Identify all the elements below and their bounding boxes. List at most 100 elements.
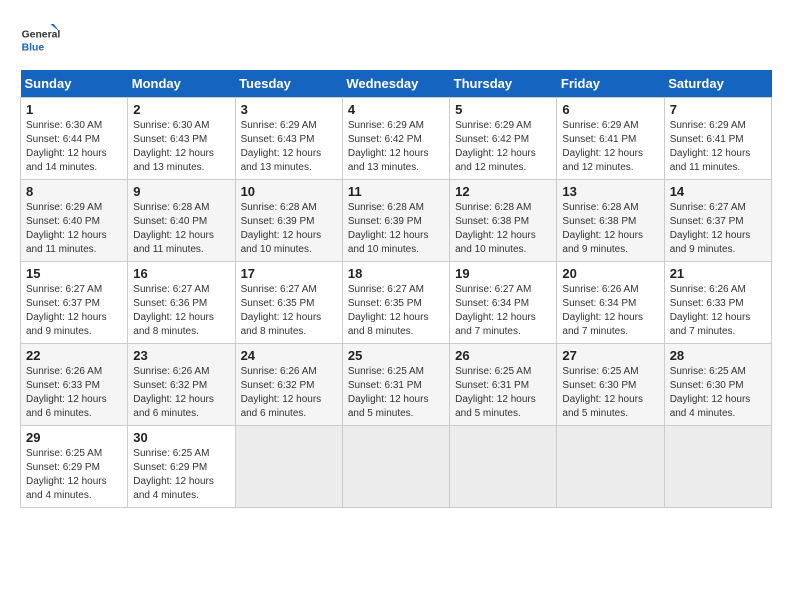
day-number: 13 [562,184,658,199]
day-info: Sunrise: 6:26 AMSunset: 6:33 PMDaylight:… [670,283,766,339]
col-header-monday: Monday [128,70,235,98]
day-info: Sunrise: 6:27 AMSunset: 6:36 PMDaylight:… [133,283,229,339]
day-number: 22 [26,348,122,363]
day-number: 16 [133,266,229,281]
calendar-week-3: 15Sunrise: 6:27 AMSunset: 6:37 PMDayligh… [21,262,772,344]
calendar-cell: 17 Sunrise: 6:27 AMSunset: 6:35 PMDayligh… [235,262,342,344]
day-info: Sunrise: 6:28 AMSunset: 6:39 PMDaylight:… [348,201,444,257]
calendar-cell [664,426,771,508]
day-number: 1 [26,102,122,117]
calendar-cell: 8 Sunrise: 6:29 AMSunset: 6:40 PMDaylight… [21,180,128,262]
day-number: 8 [26,184,122,199]
svg-text:Blue: Blue [22,42,45,53]
calendar-cell: 16 Sunrise: 6:27 AMSunset: 6:36 PMDayligh… [128,262,235,344]
calendar-cell: 5 Sunrise: 6:29 AMSunset: 6:42 PMDaylight… [450,98,557,180]
day-number: 21 [670,266,766,281]
calendar-week-5: 29 Sunrise: 6:25 AMSunset: 6:29 PMDayligh… [21,426,772,508]
day-info: Sunrise: 6:25 AMSunset: 6:30 PMDaylight:… [670,365,766,421]
calendar-cell: 24 Sunrise: 6:26 AMSunset: 6:32 PMDayligh… [235,344,342,426]
day-number: 30 [133,430,229,445]
calendar-cell: 1 Sunrise: 6:30 AMSunset: 6:44 PMDaylight… [21,98,128,180]
day-number: 29 [26,430,122,445]
day-info: Sunrise: 6:27 AMSunset: 6:35 PMDaylight:… [241,283,337,339]
logo-icon: General Blue [20,20,60,60]
calendar-cell [450,426,557,508]
day-number: 6 [562,102,658,117]
day-info: Sunrise: 6:25 AMSunset: 6:31 PMDaylight:… [348,365,444,421]
col-header-sunday: Sunday [21,70,128,98]
day-number: 28 [670,348,766,363]
col-header-friday: Friday [557,70,664,98]
calendar-cell: 25 Sunrise: 6:25 AMSunset: 6:31 PMDayligh… [342,344,449,426]
day-info: Sunrise: 6:26 AMSunset: 6:34 PMDaylight:… [562,283,658,339]
day-info: Sunrise: 6:29 AMSunset: 6:42 PMDaylight:… [348,119,444,175]
calendar-cell: 20Sunrise: 6:26 AMSunset: 6:34 PMDayligh… [557,262,664,344]
day-info: Sunrise: 6:29 AMSunset: 6:42 PMDaylight:… [455,119,551,175]
calendar-cell: 27 Sunrise: 6:25 AMSunset: 6:30 PMDayligh… [557,344,664,426]
calendar-cell: 2 Sunrise: 6:30 AMSunset: 6:43 PMDaylight… [128,98,235,180]
calendar-cell: 4 Sunrise: 6:29 AMSunset: 6:42 PMDaylight… [342,98,449,180]
col-header-saturday: Saturday [664,70,771,98]
calendar-cell: 19Sunrise: 6:27 AMSunset: 6:34 PMDayligh… [450,262,557,344]
calendar-cell: 12Sunrise: 6:28 AMSunset: 6:38 PMDayligh… [450,180,557,262]
calendar-cell: 23Sunrise: 6:26 AMSunset: 6:32 PMDayligh… [128,344,235,426]
calendar-header-row: SundayMondayTuesdayWednesdayThursdayFrid… [21,70,772,98]
calendar-cell [342,426,449,508]
day-number: 11 [348,184,444,199]
calendar-cell: 29 Sunrise: 6:25 AMSunset: 6:29 PMDayligh… [21,426,128,508]
calendar-cell: 7 Sunrise: 6:29 AMSunset: 6:41 PMDaylight… [664,98,771,180]
day-number: 18 [348,266,444,281]
day-number: 26 [455,348,551,363]
calendar-table: SundayMondayTuesdayWednesdayThursdayFrid… [20,70,772,508]
calendar-cell: 6 Sunrise: 6:29 AMSunset: 6:41 PMDaylight… [557,98,664,180]
day-info: Sunrise: 6:25 AMSunset: 6:31 PMDaylight:… [455,365,551,421]
day-info: Sunrise: 6:29 AMSunset: 6:41 PMDaylight:… [670,119,766,175]
calendar-cell: 14 Sunrise: 6:27 AMSunset: 6:37 PMDayligh… [664,180,771,262]
calendar-cell: 9 Sunrise: 6:28 AMSunset: 6:40 PMDaylight… [128,180,235,262]
calendar-cell: 26 Sunrise: 6:25 AMSunset: 6:31 PMDayligh… [450,344,557,426]
day-number: 25 [348,348,444,363]
day-info: Sunrise: 6:28 AMSunset: 6:39 PMDaylight:… [241,201,337,257]
day-info: Sunrise: 6:28 AMSunset: 6:38 PMDaylight:… [455,201,551,257]
calendar-cell: 30Sunrise: 6:25 AMSunset: 6:29 PMDayligh… [128,426,235,508]
day-number: 14 [670,184,766,199]
day-number: 2 [133,102,229,117]
calendar-cell: 10Sunrise: 6:28 AMSunset: 6:39 PMDayligh… [235,180,342,262]
day-info: Sunrise: 6:26 AMSunset: 6:32 PMDaylight:… [241,365,337,421]
col-header-tuesday: Tuesday [235,70,342,98]
calendar-cell: 21 Sunrise: 6:26 AMSunset: 6:33 PMDayligh… [664,262,771,344]
day-info: Sunrise: 6:26 AMSunset: 6:32 PMDaylight:… [133,365,229,421]
calendar-cell: 13 Sunrise: 6:28 AMSunset: 6:38 PMDayligh… [557,180,664,262]
day-info: Sunrise: 6:27 AMSunset: 6:35 PMDaylight:… [348,283,444,339]
day-number: 27 [562,348,658,363]
day-info: Sunrise: 6:29 AMSunset: 6:40 PMDaylight:… [26,201,122,257]
day-number: 15 [26,266,122,281]
day-number: 24 [241,348,337,363]
col-header-wednesday: Wednesday [342,70,449,98]
day-info: Sunrise: 6:25 AMSunset: 6:30 PMDaylight:… [562,365,658,421]
day-number: 9 [133,184,229,199]
day-number: 5 [455,102,551,117]
day-number: 7 [670,102,766,117]
day-info: Sunrise: 6:30 AMSunset: 6:44 PMDaylight:… [26,119,122,175]
day-info: Sunrise: 6:25 AMSunset: 6:29 PMDaylight:… [26,447,122,503]
day-info: Sunrise: 6:28 AMSunset: 6:38 PMDaylight:… [562,201,658,257]
calendar-cell: 28 Sunrise: 6:25 AMSunset: 6:30 PMDayligh… [664,344,771,426]
calendar-cell: 11 Sunrise: 6:28 AMSunset: 6:39 PMDayligh… [342,180,449,262]
day-info: Sunrise: 6:26 AMSunset: 6:33 PMDaylight:… [26,365,122,421]
calendar-week-1: 1 Sunrise: 6:30 AMSunset: 6:44 PMDaylight… [21,98,772,180]
logo: General Blue [20,20,66,60]
calendar-week-4: 22 Sunrise: 6:26 AMSunset: 6:33 PMDayligh… [21,344,772,426]
day-info: Sunrise: 6:28 AMSunset: 6:40 PMDaylight:… [133,201,229,257]
day-number: 17 [241,266,337,281]
day-info: Sunrise: 6:30 AMSunset: 6:43 PMDaylight:… [133,119,229,175]
calendar-cell: 15Sunrise: 6:27 AMSunset: 6:37 PMDayligh… [21,262,128,344]
calendar-cell: 3Sunrise: 6:29 AMSunset: 6:43 PMDaylight… [235,98,342,180]
day-number: 4 [348,102,444,117]
day-info: Sunrise: 6:29 AMSunset: 6:41 PMDaylight:… [562,119,658,175]
calendar-cell: 18 Sunrise: 6:27 AMSunset: 6:35 PMDayligh… [342,262,449,344]
day-number: 3 [241,102,337,117]
header: General Blue [20,20,772,60]
calendar-cell: 22 Sunrise: 6:26 AMSunset: 6:33 PMDayligh… [21,344,128,426]
day-info: Sunrise: 6:27 AMSunset: 6:37 PMDaylight:… [670,201,766,257]
